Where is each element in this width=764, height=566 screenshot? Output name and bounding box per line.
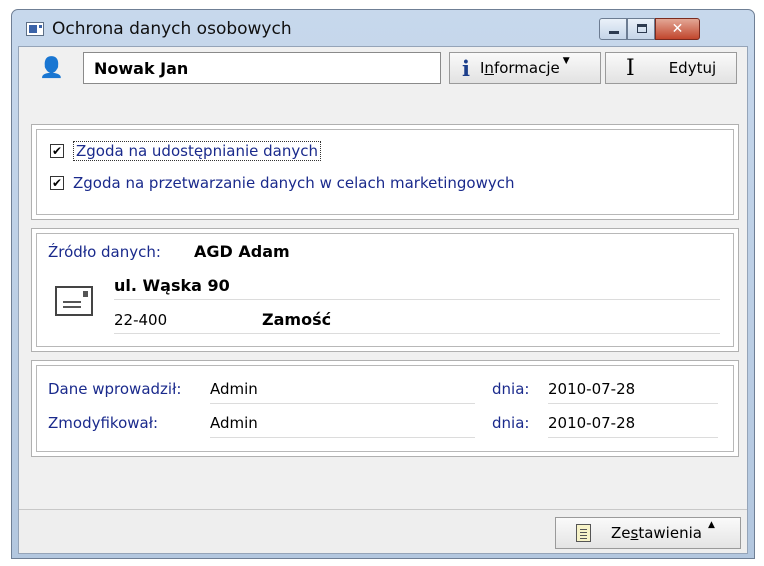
modified-date-label: dnia: bbox=[492, 414, 530, 432]
person-name-field[interactable]: Nowak Jan bbox=[83, 52, 441, 84]
modified-by-value: Admin bbox=[210, 414, 258, 432]
entered-by-underline bbox=[210, 403, 475, 404]
consent-sharing-checkbox[interactable]: ✔ bbox=[50, 144, 64, 158]
close-button[interactable]: ✕ bbox=[655, 18, 700, 40]
minimize-button[interactable] bbox=[599, 18, 627, 40]
consent-marketing-label: Zgoda na przetwarzanie danych w celach m… bbox=[73, 174, 515, 192]
source-postal-code: 22-400 bbox=[114, 311, 168, 329]
source-label: Źródło danych: bbox=[48, 243, 161, 261]
maximize-button[interactable] bbox=[627, 18, 655, 40]
info-menu-button[interactable]: i Informacje ▼ bbox=[449, 52, 601, 84]
edit-button-label: Edytuj bbox=[668, 59, 717, 77]
consent-marketing-row[interactable]: ✔ Zgoda na przetwarzanie danych w celach… bbox=[50, 174, 514, 192]
modified-by-underline bbox=[210, 437, 475, 438]
entered-by-value: Admin bbox=[210, 380, 258, 398]
info-icon: i bbox=[462, 55, 470, 81]
consent-sharing-row[interactable]: ✔ Zgoda na udostępnianie danych bbox=[50, 141, 321, 161]
modified-date-value: 2010-07-28 bbox=[548, 414, 636, 432]
window-title: Ochrona danych osobowych bbox=[52, 19, 292, 39]
data-source-group: Źródło danych: AGD Adam ul. Wąska 90 22-… bbox=[31, 228, 739, 352]
audit-frame bbox=[36, 365, 734, 452]
source-name: AGD Adam bbox=[194, 242, 290, 261]
dropup-caret-icon: ▲ bbox=[707, 520, 715, 530]
minimize-icon bbox=[609, 31, 619, 34]
consent-sharing-label: Zgoda na udostępnianie danych bbox=[73, 141, 321, 161]
info-button-label: Informacje bbox=[479, 59, 560, 77]
edit-button[interactable]: I Edytuj bbox=[605, 52, 737, 84]
window: Ochrona danych osobowych ✕ 👤 Nowak Jan i… bbox=[11, 9, 755, 559]
envelope-icon bbox=[55, 286, 93, 316]
modified-by-label: Zmodyfikował: bbox=[48, 414, 159, 432]
entered-date-value: 2010-07-28 bbox=[548, 380, 636, 398]
entered-by-label: Dane wprowadził: bbox=[48, 380, 182, 398]
entered-date-underline bbox=[548, 403, 718, 404]
maximize-icon bbox=[637, 24, 647, 33]
reports-button[interactable]: Zestawienia ▲ bbox=[555, 517, 741, 549]
text-cursor-icon: I bbox=[626, 55, 635, 81]
modified-date-underline bbox=[548, 437, 718, 438]
person-icon: 👤 bbox=[39, 55, 64, 79]
dropdown-caret-icon: ▼ bbox=[562, 56, 570, 66]
title-bar[interactable]: Ochrona danych osobowych ✕ bbox=[12, 10, 754, 46]
status-bar: Zestawienia ▲ bbox=[19, 509, 747, 553]
app-window-icon bbox=[26, 22, 44, 36]
source-city: Zamość bbox=[262, 310, 332, 329]
reports-button-label: Zestawienia bbox=[611, 524, 702, 542]
entered-date-label: dnia: bbox=[492, 380, 530, 398]
document-list-icon bbox=[576, 524, 591, 542]
city-underline bbox=[114, 333, 720, 334]
close-icon: ✕ bbox=[671, 21, 684, 37]
street-underline bbox=[114, 299, 720, 300]
consent-marketing-checkbox[interactable]: ✔ bbox=[50, 176, 64, 190]
dialog-content: 👤 Nowak Jan i Informacje ▼ I Edytuj ✔ Zg… bbox=[18, 46, 748, 554]
source-street: ul. Wąska 90 bbox=[114, 276, 230, 295]
audit-group: Dane wprowadził: Admin dnia: 2010-07-28 … bbox=[31, 360, 739, 457]
consents-group: ✔ Zgoda na udostępnianie danych ✔ Zgoda … bbox=[31, 124, 739, 220]
